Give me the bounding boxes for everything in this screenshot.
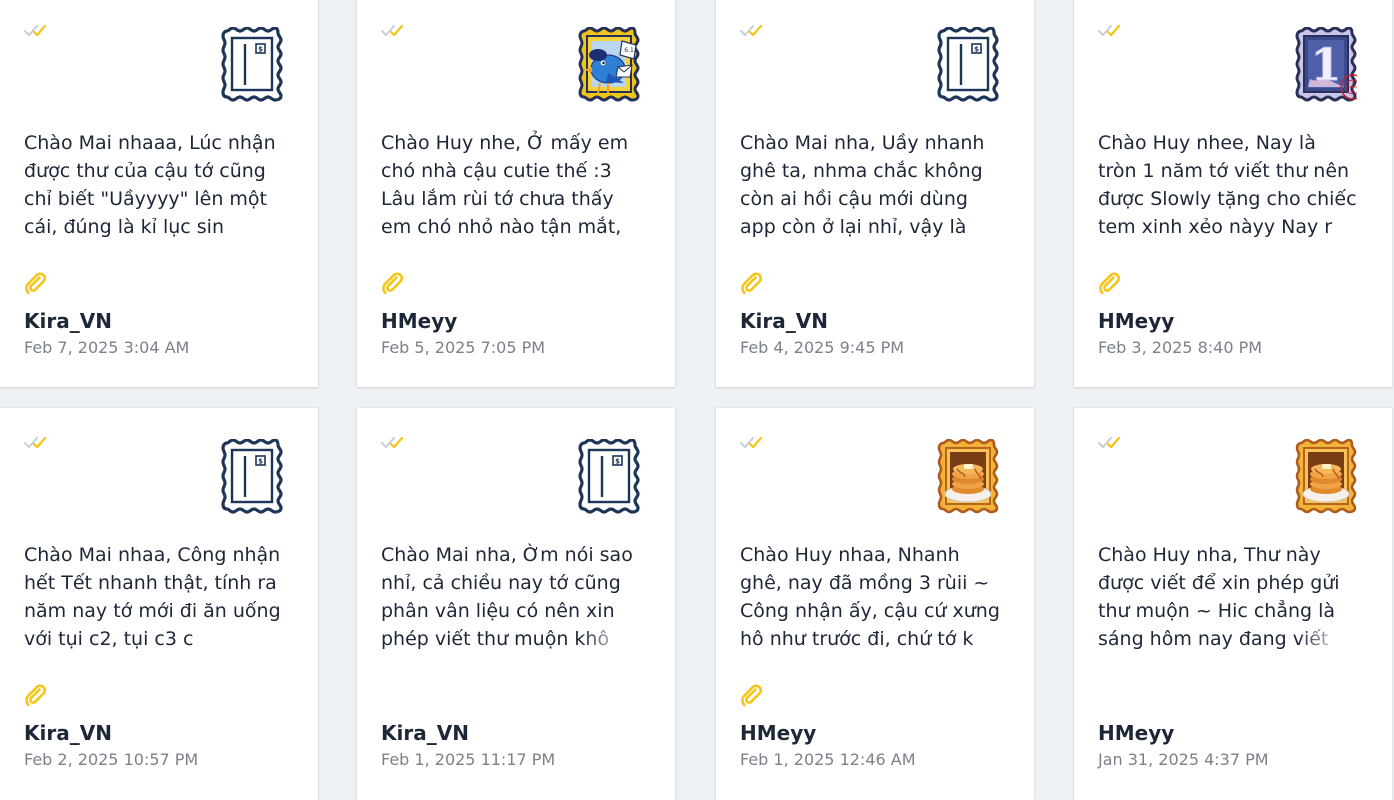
read-receipt-icon [1098, 25, 1121, 37]
letter-date: Feb 2, 2025 10:57 PM [24, 750, 199, 769]
default-letter-stamp-icon: $ [578, 438, 640, 515]
letter-card-8[interactable]: Chào Huy nha, Thư này được viết để xin p… [1074, 408, 1392, 800]
read-receipt-icon [24, 437, 47, 449]
letter-card-7[interactable]: Chào Huy nhaa, Nhanh ghê, nay đã mồng 3 … [716, 408, 1034, 800]
read-receipt-icon [381, 25, 404, 37]
letter-date: Feb 7, 2025 3:04 AM [24, 338, 190, 357]
svg-text:$: $ [974, 46, 979, 54]
sender-name: HMeyy [1098, 309, 1175, 333]
read-receipt-icon [740, 437, 763, 449]
default-letter-stamp-icon: $ [221, 26, 283, 103]
attachment-paperclip-icon [740, 272, 764, 296]
letter-date: Feb 3, 2025 8:40 PM [1098, 338, 1263, 357]
sender-name: Kira_VN [740, 309, 828, 333]
default-letter-stamp-icon: $ [937, 26, 999, 103]
letter-preview-text: Chào Mai nhaaa, Lúc nhận được thư của cậ… [24, 132, 276, 238]
letter-date: Feb 4, 2025 9:45 PM [740, 338, 905, 357]
letter-preview-text: Chào Mai nhaa, Công nhận hết Tết nhanh t… [24, 544, 281, 650]
pancake-stamp-icon [1295, 438, 1357, 515]
letter-date: Feb 1, 2025 12:46 AM [740, 750, 916, 769]
svg-text:$: $ [615, 458, 620, 466]
letter-date: Feb 1, 2025 11:17 PM [381, 750, 556, 769]
letter-preview-text: Chào Huy nhee, Nay là tròn 1 năm tớ viết… [1098, 132, 1357, 238]
attachment-paperclip-icon [24, 272, 48, 296]
read-receipt-icon [740, 25, 763, 37]
attachment-paperclip-icon [24, 684, 48, 708]
sender-name: HMeyy [1098, 721, 1175, 745]
letter-date: Jan 31, 2025 4:37 PM [1098, 750, 1269, 769]
letter-preview-text: Chào Huy nhaa, Nhanh ghê, nay đã mồng 3 … [740, 544, 1000, 650]
sender-name: Kira_VN [24, 309, 112, 333]
bluebird-mail-stamp-icon: 6.1 [578, 26, 640, 103]
letter-card-4[interactable]: 1 Chào Huy nhee, Nay là tròn 1 năm tớ vi… [1074, 0, 1392, 387]
attachment-paperclip-icon [381, 272, 405, 296]
letter-card-6[interactable]: $ Chào Mai nha, Ờm nói sao nhỉ, cả chiều… [357, 408, 675, 800]
letter-preview-text: Chào Huy nhe, Ở mấy em chó nhà cậu cutie… [381, 132, 629, 238]
svg-text:6.1: 6.1 [624, 47, 634, 54]
letter-preview-text: Chào Huy nha, Thư này được viết để xin p… [1098, 541, 1358, 655]
read-receipt-icon [24, 25, 47, 37]
letter-preview-text: Chào Mai nha, Ờm nói sao nhỉ, cả chiều n… [381, 541, 641, 655]
attachment-paperclip-icon [1098, 272, 1122, 296]
sender-name: HMeyy [381, 309, 458, 333]
sender-name: HMeyy [740, 721, 817, 745]
read-receipt-icon [1098, 437, 1121, 449]
letter-card-2[interactable]: 6.1 Chào Huy nhe, Ở mấy em chó nhà cậu c… [357, 0, 675, 387]
attachment-paperclip-icon [740, 684, 764, 708]
read-receipt-icon [381, 437, 404, 449]
svg-text:$: $ [258, 458, 263, 466]
letter-date: Feb 5, 2025 7:05 PM [381, 338, 546, 357]
letter-card-1[interactable]: $ Chào Mai nhaaa, Lúc nhận được thư của … [0, 0, 318, 387]
pancake-stamp-icon [937, 438, 999, 515]
sender-name: Kira_VN [24, 721, 112, 745]
default-letter-stamp-icon: $ [221, 438, 283, 515]
svg-text:$: $ [258, 46, 263, 54]
anniversary-one-stamp-icon: 1 [1295, 26, 1366, 103]
sender-name: Kira_VN [381, 721, 469, 745]
letter-card-5[interactable]: $ Chào Mai nhaa, Công nhận hết Tết nhanh… [0, 408, 318, 800]
letter-card-3[interactable]: $ Chào Mai nha, Uầy nhanh ghê ta, nhma c… [716, 0, 1034, 387]
letter-preview-text: Chào Mai nha, Uầy nhanh ghê ta, nhma chắ… [740, 132, 985, 238]
